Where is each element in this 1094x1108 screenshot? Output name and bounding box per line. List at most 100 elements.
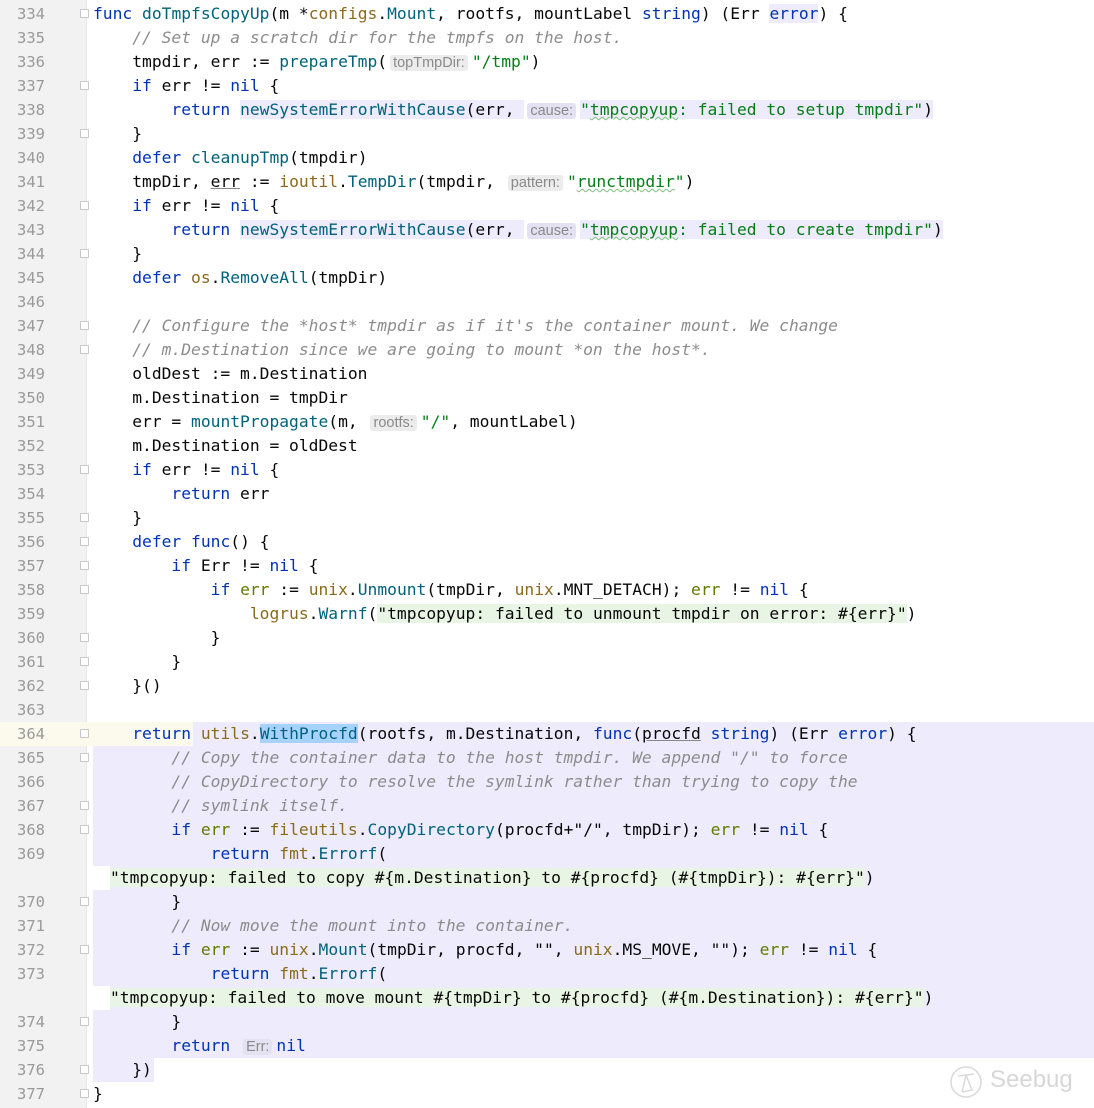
line-number[interactable]: 373 xyxy=(0,962,45,986)
line-number[interactable]: 344 xyxy=(0,242,45,266)
line-number[interactable]: 336 xyxy=(0,50,45,74)
line-number[interactable]: 368 xyxy=(0,818,45,842)
line-number[interactable]: 340 xyxy=(0,146,45,170)
line-number[interactable]: 376 xyxy=(0,1058,45,1082)
code-line[interactable]: 335 // Set up a scratch dir for the tmpf… xyxy=(0,26,1094,50)
line-number[interactable]: 364 xyxy=(0,722,45,746)
line-number[interactable]: 339 xyxy=(0,122,45,146)
code-line[interactable]: 377} xyxy=(0,1082,1094,1106)
code-editor[interactable]: 334 func doTmpfsCopyUp(m *configs.Mount, … xyxy=(0,0,1094,1108)
code-line[interactable]: 347 // Configure the *host* tmpdir as if… xyxy=(0,314,1094,338)
fold-marker-icon[interactable] xyxy=(80,657,89,666)
line-number[interactable]: 346 xyxy=(0,290,45,314)
code-line[interactable]: 340 defer cleanupTmp(tmpdir) xyxy=(0,146,1094,170)
line-number[interactable]: 367 xyxy=(0,794,45,818)
line-number[interactable]: 365 xyxy=(0,746,45,770)
code-line[interactable]: "tmpcopyup: failed to copy #{m.Destinati… xyxy=(0,866,1094,890)
code-line[interactable]: 362 }() xyxy=(0,674,1094,698)
line-number[interactable]: 334 xyxy=(0,2,45,26)
line-number[interactable]: 363 xyxy=(0,698,45,722)
line-number[interactable]: 369 xyxy=(0,842,45,866)
line-number[interactable]: 366 xyxy=(0,770,45,794)
fold-marker-icon[interactable] xyxy=(80,513,89,522)
code-line[interactable]: 342 if err != nil { xyxy=(0,194,1094,218)
line-number[interactable]: 354 xyxy=(0,482,45,506)
code-line[interactable]: 338 return newSystemErrorWithCause(err, … xyxy=(0,98,1094,122)
line-number[interactable]: 343 xyxy=(0,218,45,242)
fold-marker-icon[interactable] xyxy=(80,633,89,642)
line-number[interactable]: 338 xyxy=(0,98,45,122)
code-line[interactable]: 339 } xyxy=(0,122,1094,146)
code-line[interactable]: 349 oldDest := m.Destination xyxy=(0,362,1094,386)
fold-marker-icon[interactable] xyxy=(80,537,89,546)
code-line[interactable]: 358 if err := unix.Unmount(tmpDir, unix.… xyxy=(0,578,1094,602)
fold-marker-icon[interactable] xyxy=(80,321,89,330)
fold-marker-icon[interactable] xyxy=(80,1089,89,1098)
line-number[interactable]: 374 xyxy=(0,1010,45,1034)
code-line[interactable]: 354 return err xyxy=(0,482,1094,506)
code-line[interactable]: 337 if err != nil { xyxy=(0,74,1094,98)
fold-marker-icon[interactable] xyxy=(80,585,89,594)
fold-marker-icon[interactable] xyxy=(80,81,89,90)
line-number[interactable]: 362 xyxy=(0,674,45,698)
fold-marker-icon[interactable] xyxy=(80,129,89,138)
code-line[interactable]: 359 logrus.Warnf("tmpcopyup: failed to u… xyxy=(0,602,1094,626)
line-number[interactable]: 358 xyxy=(0,578,45,602)
line-number[interactable]: 359 xyxy=(0,602,45,626)
code-line[interactable]: 368 if err := fileutils.CopyDirectory(pr… xyxy=(0,818,1094,842)
line-number[interactable]: 337 xyxy=(0,74,45,98)
line-number[interactable]: 335 xyxy=(0,26,45,50)
fold-marker-icon[interactable] xyxy=(80,1017,89,1026)
code-line[interactable]: 343 return newSystemErrorWithCause(err, … xyxy=(0,218,1094,242)
code-line[interactable]: "tmpcopyup: failed to move mount #{tmpDi… xyxy=(0,986,1094,1010)
fold-marker-icon[interactable] xyxy=(80,825,89,834)
code-line[interactable]: 344 } xyxy=(0,242,1094,266)
line-number[interactable]: 370 xyxy=(0,890,45,914)
code-line[interactable]: 361 } xyxy=(0,650,1094,674)
fold-marker-icon[interactable] xyxy=(80,249,89,258)
line-number[interactable]: 342 xyxy=(0,194,45,218)
code-line[interactable]: 369 return fmt.Errorf( xyxy=(0,842,1094,866)
line-number[interactable]: 352 xyxy=(0,434,45,458)
code-line[interactable]: 357 if Err != nil { xyxy=(0,554,1094,578)
code-line[interactable]: 374 } xyxy=(0,1010,1094,1034)
code-line[interactable]: 356 defer func() { xyxy=(0,530,1094,554)
code-line[interactable]: 376 }) xyxy=(0,1058,1094,1082)
fold-marker-icon[interactable] xyxy=(80,801,89,810)
fold-marker-icon[interactable] xyxy=(80,945,89,954)
line-number[interactable]: 377 xyxy=(0,1082,45,1106)
code-line[interactable]: 341 tmpDir, err := ioutil.TempDir(tmpdir… xyxy=(0,170,1094,194)
line-number[interactable]: 345 xyxy=(0,266,45,290)
line-number[interactable]: 353 xyxy=(0,458,45,482)
code-line[interactable]: 334 func doTmpfsCopyUp(m *configs.Mount, … xyxy=(0,2,1094,26)
line-number[interactable]: 347 xyxy=(0,314,45,338)
line-number[interactable]: 351 xyxy=(0,410,45,434)
code-line[interactable]: 371 // Now move the mount into the conta… xyxy=(0,914,1094,938)
code-line[interactable]: 373 return fmt.Errorf( xyxy=(0,962,1094,986)
code-line[interactable]: 346 xyxy=(0,290,1094,314)
code-line[interactable]: 351 err = mountPropagate(m, rootfs: "/", … xyxy=(0,410,1094,434)
code-line[interactable]: 375 return Err: nil xyxy=(0,1034,1094,1058)
fold-marker-icon[interactable] xyxy=(80,201,89,210)
line-number[interactable]: 371 xyxy=(0,914,45,938)
line-number[interactable]: 375 xyxy=(0,1034,45,1058)
code-line[interactable]: 370 } xyxy=(0,890,1094,914)
line-number[interactable]: 350 xyxy=(0,386,45,410)
code-line[interactable]: 372 if err := unix.Mount(tmpDir, procfd,… xyxy=(0,938,1094,962)
line-number[interactable]: 355 xyxy=(0,506,45,530)
code-line[interactable]: 352 m.Destination = oldDest xyxy=(0,434,1094,458)
code-line[interactable]: 345 defer os.RemoveAll(tmpDir) xyxy=(0,266,1094,290)
fold-marker-icon[interactable] xyxy=(80,1065,89,1074)
code-line[interactable]: 353 if err != nil { xyxy=(0,458,1094,482)
fold-marker-icon[interactable] xyxy=(80,753,89,762)
fold-marker-icon[interactable] xyxy=(80,897,89,906)
fold-marker-icon[interactable] xyxy=(80,561,89,570)
fold-marker-icon[interactable] xyxy=(80,9,89,18)
code-line[interactable]: 355 } xyxy=(0,506,1094,530)
code-line[interactable]: 364 return utils.WithProcfd(rootfs, m.De… xyxy=(0,722,1094,746)
line-number[interactable]: 361 xyxy=(0,650,45,674)
line-number[interactable]: 341 xyxy=(0,170,45,194)
line-number[interactable]: 349 xyxy=(0,362,45,386)
line-number[interactable]: 348 xyxy=(0,338,45,362)
fold-marker-icon[interactable] xyxy=(80,681,89,690)
